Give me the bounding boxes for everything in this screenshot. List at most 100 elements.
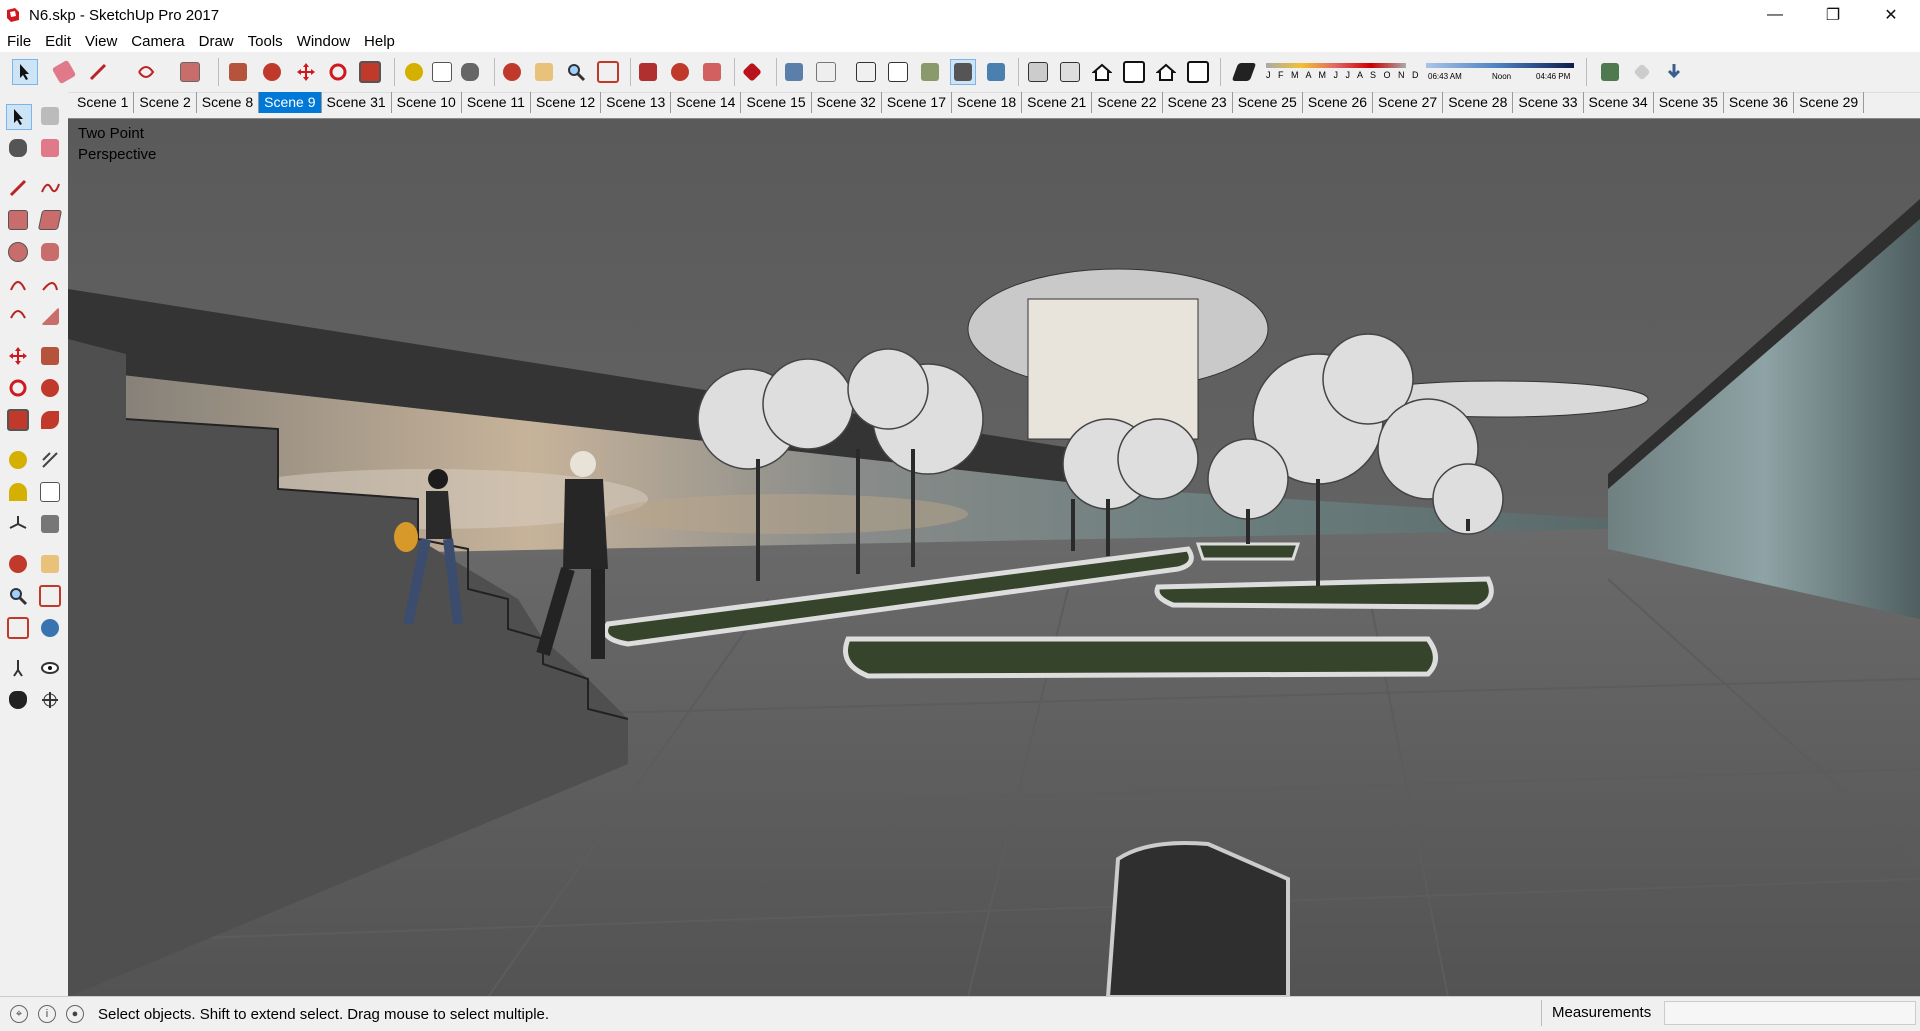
follow-me-icon[interactable] xyxy=(38,376,62,400)
three-point-arc-icon[interactable] xyxy=(6,304,30,328)
shaded-style-icon[interactable] xyxy=(918,60,942,84)
dimension-icon[interactable] xyxy=(38,448,62,472)
close-button[interactable]: ✕ xyxy=(1862,0,1920,30)
section-plane-icon[interactable] xyxy=(38,688,62,712)
minimize-button[interactable]: — xyxy=(1746,0,1804,30)
rotate-tool-icon[interactable] xyxy=(326,60,350,84)
select-tool-icon[interactable] xyxy=(12,59,38,85)
scene-tab[interactable]: Scene 23 xyxy=(1163,92,1233,113)
measurements-input[interactable] xyxy=(1664,1001,1916,1025)
scene-tab[interactable]: Scene 25 xyxy=(1233,92,1303,113)
scene-tab[interactable]: Scene 10 xyxy=(392,92,462,113)
scene-tab[interactable]: Scene 35 xyxy=(1654,92,1724,113)
scene-tab[interactable]: Scene 27 xyxy=(1373,92,1444,113)
back-view-icon[interactable] xyxy=(1154,60,1178,84)
scene-tab[interactable]: Scene 31 xyxy=(322,92,392,113)
orbit-tool-icon[interactable] xyxy=(500,60,524,84)
back-edges-style-icon[interactable] xyxy=(814,60,838,84)
match-photo-icon[interactable] xyxy=(1598,60,1622,84)
follow-me-tool-icon[interactable] xyxy=(260,60,284,84)
scale-icon[interactable] xyxy=(6,408,30,432)
arc-icon[interactable] xyxy=(6,272,30,296)
zoom-extents-icon[interactable] xyxy=(596,60,620,84)
extension-warehouse-icon[interactable] xyxy=(700,60,724,84)
scene-tab[interactable]: Scene 21 xyxy=(1022,92,1093,113)
rectangle-tool-icon[interactable] xyxy=(178,60,202,84)
share-model-icon[interactable] xyxy=(668,60,692,84)
select-icon[interactable] xyxy=(6,104,32,130)
xray-style-icon[interactable] xyxy=(782,60,806,84)
rotated-rectangle-icon[interactable] xyxy=(37,208,63,232)
scene-tab[interactable]: Scene 12 xyxy=(531,92,602,113)
tag-icon[interactable] xyxy=(1630,60,1654,84)
scene-tab[interactable]: Scene 26 xyxy=(1303,92,1374,113)
scene-tab[interactable]: Scene 33 xyxy=(1513,92,1584,113)
rotate-icon[interactable] xyxy=(6,376,30,400)
shadow-date-slider[interactable]: J F M A M J J A S O N D xyxy=(1266,61,1419,85)
scene-tab[interactable]: Scene 32 xyxy=(812,92,882,113)
shadows-toggle-icon[interactable] xyxy=(1231,60,1257,84)
offset-icon[interactable] xyxy=(38,408,62,432)
scene-tab[interactable]: Scene 17 xyxy=(882,92,952,113)
protractor-icon[interactable] xyxy=(6,480,30,504)
freehand-icon[interactable] xyxy=(38,176,62,200)
make-component-icon[interactable] xyxy=(38,104,62,128)
scene-tab[interactable]: Scene 36 xyxy=(1724,92,1795,113)
orbit-icon[interactable] xyxy=(6,552,30,576)
top-view-icon[interactable] xyxy=(1058,60,1082,84)
zoom-window-icon[interactable] xyxy=(38,584,62,608)
front-view-icon[interactable] xyxy=(1090,60,1114,84)
pan-tool-icon[interactable] xyxy=(532,60,556,84)
circle-icon[interactable] xyxy=(6,240,30,264)
previous-view-icon[interactable] xyxy=(38,616,62,640)
export-icon[interactable] xyxy=(1662,60,1686,84)
monochrome-style-icon[interactable] xyxy=(984,60,1008,84)
credits-icon[interactable]: i xyxy=(38,1005,56,1023)
menu-draw[interactable]: Draw xyxy=(192,33,241,50)
scene-tab[interactable]: Scene 28 xyxy=(1443,92,1514,113)
ruby-icon[interactable] xyxy=(740,60,764,84)
push-pull-icon[interactable] xyxy=(38,344,62,368)
shadow-time-slider[interactable]: 06:43 AM Noon 04:46 PM xyxy=(1426,61,1574,85)
scale-tool-icon[interactable] xyxy=(358,60,382,84)
axes-icon[interactable] xyxy=(6,512,30,536)
menu-window[interactable]: Window xyxy=(290,33,357,50)
model-viewport[interactable]: Two Point Perspective xyxy=(68,118,1920,997)
line-icon[interactable] xyxy=(6,176,30,200)
shapes-tool-icon[interactable] xyxy=(134,60,158,84)
zoom-extents-icon[interactable] xyxy=(6,616,30,640)
eraser-tool-icon[interactable] xyxy=(51,59,77,85)
rectangle-icon[interactable] xyxy=(6,208,30,232)
warehouse-icon[interactable] xyxy=(636,60,660,84)
left-view-icon[interactable] xyxy=(1186,60,1210,84)
scene-tab[interactable]: Scene 15 xyxy=(741,92,812,113)
pan-icon[interactable] xyxy=(38,552,62,576)
tape-measure-icon[interactable] xyxy=(402,60,426,84)
text-icon[interactable] xyxy=(38,480,62,504)
polygon-icon[interactable] xyxy=(38,240,62,264)
scene-tab[interactable]: Scene 34 xyxy=(1584,92,1654,113)
scene-tab[interactable]: Scene 29 xyxy=(1794,92,1865,113)
zoom-icon[interactable] xyxy=(6,584,30,608)
user-account-icon[interactable]: ● xyxy=(66,1005,84,1023)
menu-file[interactable]: File xyxy=(0,33,38,50)
iso-view-icon[interactable] xyxy=(1026,60,1050,84)
position-camera-icon[interactable] xyxy=(6,656,30,680)
text-tool-icon[interactable] xyxy=(430,60,454,84)
walk-icon[interactable] xyxy=(6,688,30,712)
scene-tab[interactable]: Scene 14 xyxy=(671,92,742,113)
push-pull-tool-icon[interactable] xyxy=(226,60,250,84)
wireframe-style-icon[interactable] xyxy=(854,60,878,84)
scene-tab[interactable]: Scene 8 xyxy=(197,92,260,113)
scene-tab[interactable]: Scene 11 xyxy=(462,92,531,113)
zoom-tool-icon[interactable] xyxy=(564,60,588,84)
menu-view[interactable]: View xyxy=(78,33,124,50)
3d-text-icon[interactable] xyxy=(38,512,62,536)
tape-measure-icon[interactable] xyxy=(6,448,30,472)
right-view-icon[interactable] xyxy=(1122,60,1146,84)
shaded-textures-style-icon[interactable] xyxy=(950,59,976,85)
eraser-icon[interactable] xyxy=(38,136,62,160)
look-around-icon[interactable] xyxy=(38,656,62,680)
scene-tab[interactable]: Scene 18 xyxy=(952,92,1023,113)
hidden-line-style-icon[interactable] xyxy=(886,60,910,84)
